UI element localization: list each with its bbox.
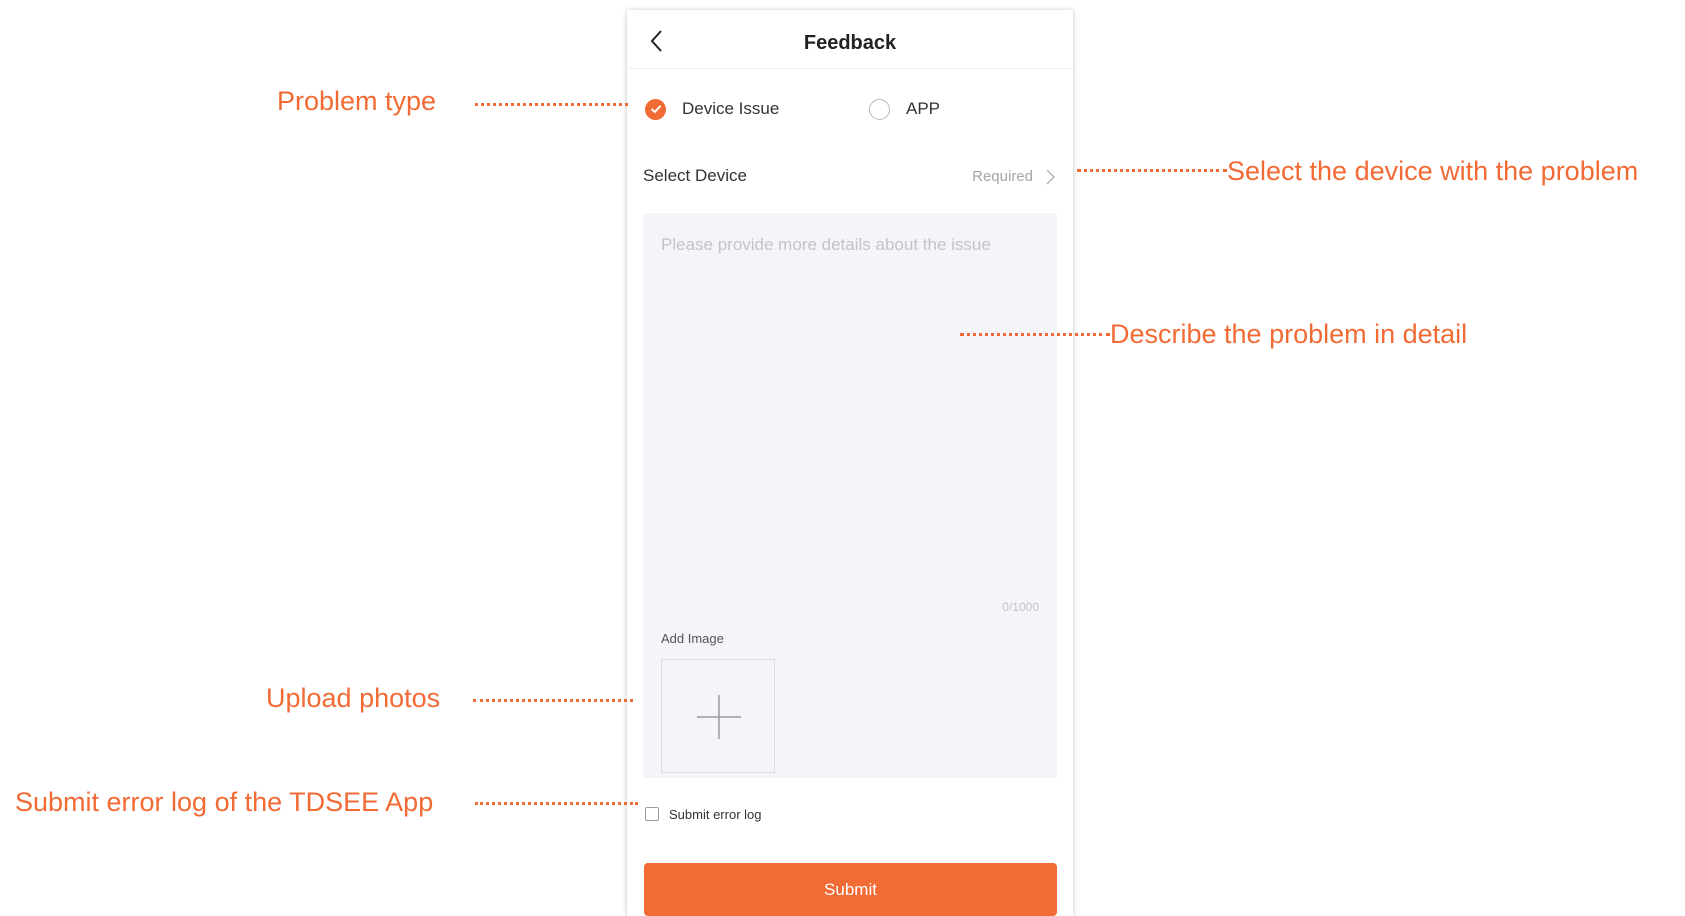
annotation-leader: [473, 699, 633, 702]
annotation-upload: Upload photos: [266, 683, 441, 713]
select-device-row[interactable]: Select Device Required: [643, 158, 1057, 196]
radio-label: APP: [906, 99, 941, 118]
error-log-label: Submit error log: [669, 806, 762, 822]
description-input[interactable]: Please provide more details about the is…: [661, 235, 1041, 590]
radio-device-issue[interactable]: Device Issue: [645, 95, 779, 123]
radio-app[interactable]: APP: [869, 95, 940, 123]
feedback-panel: Please provide more details about the is…: [643, 213, 1057, 778]
radio-checked-icon: [645, 98, 666, 120]
radio-label: Device Issue: [682, 99, 780, 118]
char-counter: 0/1000: [1002, 600, 1039, 614]
radio-unchecked-icon: [869, 98, 890, 120]
plus-icon: [697, 695, 741, 739]
annotation-error-log: Submit error log of the TDSEE App: [15, 787, 434, 817]
error-log-checkbox-row[interactable]: Submit error log: [645, 804, 761, 824]
annotation-select-device: Select the device with the problem: [1227, 156, 1639, 186]
page-title: Feedback: [803, 32, 897, 54]
chevron-right-icon: [1046, 169, 1056, 185]
select-device-label: Select Device: [643, 166, 747, 185]
annotation-leader: [475, 103, 628, 106]
nav-bar: Feedback: [627, 10, 1073, 69]
annotation-leader: [960, 333, 1110, 336]
annotation-problem-type: Problem type: [277, 86, 437, 116]
add-image-button[interactable]: [661, 659, 775, 773]
annotation-leader: [1077, 169, 1227, 172]
annotation-describe: Describe the problem in detail: [1110, 319, 1468, 349]
annotation-leader: [475, 802, 638, 805]
submit-button[interactable]: Submit: [644, 863, 1057, 916]
add-image-label: Add Image: [661, 631, 724, 646]
error-log-checkbox[interactable]: [645, 807, 659, 821]
phone-screen: Feedback Device Issue APP Select Device …: [627, 10, 1073, 916]
required-hint: Required: [972, 168, 1033, 185]
